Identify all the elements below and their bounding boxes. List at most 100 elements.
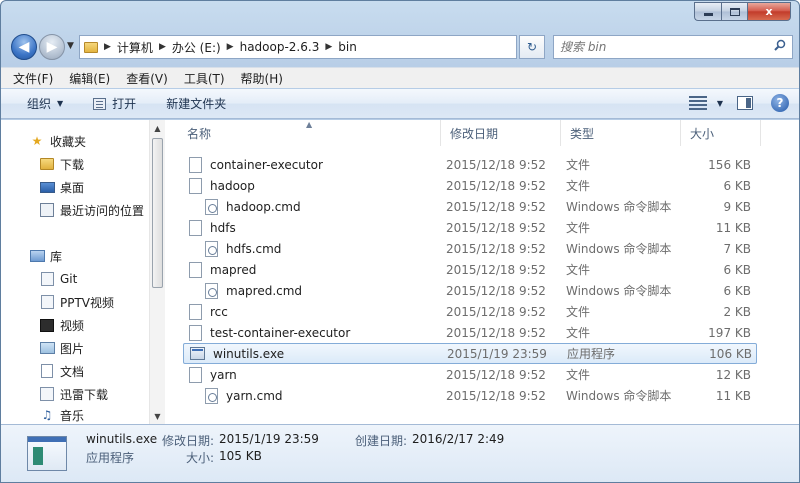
file-icon xyxy=(189,261,202,278)
desktop-icon xyxy=(39,179,55,195)
nav-video[interactable]: 视频 xyxy=(39,314,84,336)
nav-favorites[interactable]: ★ 收藏夹 xyxy=(29,130,86,152)
minimize-icon xyxy=(703,13,713,16)
address-bar[interactable]: ▶ 计算机 ▶ 办公 (E:) ▶ hadoop-2.6.3 ▶ bin xyxy=(79,35,517,59)
search-input[interactable] xyxy=(560,40,760,54)
file-icon xyxy=(189,156,202,173)
menu-view[interactable]: 查看(V) xyxy=(126,70,168,87)
refresh-button[interactable]: ↻ xyxy=(519,35,545,59)
nav-recent[interactable]: 最近访问的位置 xyxy=(39,199,144,221)
file-name-label: rcc xyxy=(210,304,228,319)
breadcrumb-hadoop[interactable]: hadoop-2.6.3 xyxy=(240,40,320,54)
file-date: 2015/1/19 23:59 xyxy=(447,346,547,361)
column-header-name[interactable]: 名称 xyxy=(178,120,441,146)
scrollbar-thumb[interactable] xyxy=(152,138,163,288)
navigation-row: ◀ ▶ ▼ ▶ 计算机 ▶ 办公 (E:) ▶ hadoop-2.6.3 ▶ b… xyxy=(1,31,799,63)
file-size: 11 KB xyxy=(715,388,751,403)
file-row[interactable]: yarn.cmd 2015/12/18 9:52 Windows 命令脚本 11 KB xyxy=(183,385,757,406)
column-header-type[interactable]: 类型 xyxy=(561,120,681,146)
file-row[interactable]: yarn 2015/12/18 9:52 文件 12 KB xyxy=(183,364,757,385)
nav-music[interactable]: ♫ 音乐 xyxy=(39,406,84,424)
file-type: 文件 xyxy=(566,263,591,277)
search-icon[interactable] xyxy=(774,39,786,51)
pictures-icon xyxy=(39,340,55,356)
file-date: 2015/12/18 9:52 xyxy=(446,199,546,214)
search-box[interactable] xyxy=(553,35,793,59)
file-row[interactable]: hdfs.cmd 2015/12/18 9:52 Windows 命令脚本 7 KB xyxy=(183,238,757,259)
new-folder-button[interactable]: 新建文件夹 xyxy=(166,95,226,112)
scroll-down-icon[interactable]: ▼ xyxy=(150,408,165,424)
column-header-size[interactable]: 大小 xyxy=(681,120,761,146)
menu-edit[interactable]: 编辑(E) xyxy=(69,70,110,87)
chevron-right-icon[interactable]: ▶ xyxy=(227,42,234,52)
detail-modified-label: 修改日期: xyxy=(162,434,215,448)
nav-libraries[interactable]: 库 xyxy=(29,245,62,267)
maximize-button[interactable] xyxy=(721,2,747,21)
close-button[interactable]: x xyxy=(747,2,791,21)
file-name-label: hdfs xyxy=(210,220,236,235)
file-row[interactable]: hdfs 2015/12/18 9:52 文件 11 KB xyxy=(183,217,757,238)
breadcrumb-drive[interactable]: 办公 (E:) xyxy=(172,39,221,56)
file-type: 文件 xyxy=(566,326,591,340)
preview-pane-icon[interactable] xyxy=(737,96,753,110)
change-view-icon[interactable] xyxy=(688,96,707,110)
column-type-label: 类型 xyxy=(570,126,595,141)
file-size: 12 KB xyxy=(715,367,751,382)
menu-tools[interactable]: 工具(T) xyxy=(184,70,225,87)
open-button[interactable]: 打开 xyxy=(93,95,136,112)
maximize-icon xyxy=(729,7,740,16)
file-row[interactable]: winutils.exe 2015/1/19 23:59 应用程序 106 KB xyxy=(183,343,757,364)
breadcrumb-bin[interactable]: bin xyxy=(338,40,357,54)
column-header-date[interactable]: 修改日期 xyxy=(441,120,561,146)
chevron-right-icon[interactable]: ▶ xyxy=(159,42,166,52)
music-note-icon: ♫ xyxy=(41,408,53,422)
detail-size-value: 105 KB xyxy=(219,449,262,463)
libraries-icon xyxy=(29,248,45,264)
nav-music-label: 音乐 xyxy=(60,408,85,423)
nav-thunder[interactable]: 迅雷下载 xyxy=(39,383,108,405)
back-button[interactable]: ◀ xyxy=(11,34,37,60)
nav-desktop[interactable]: 桌面 xyxy=(39,176,84,198)
chevron-right-icon[interactable]: ▶ xyxy=(325,42,332,52)
file-row[interactable]: test-container-executor 2015/12/18 9:52 文件… xyxy=(183,322,757,343)
file-name: hadoop.cmd xyxy=(189,198,301,215)
file-type: 文件 xyxy=(566,368,591,382)
nav-video-label: 视频 xyxy=(60,318,85,333)
minimize-button[interactable] xyxy=(694,2,721,21)
cmd-script-icon xyxy=(205,282,218,299)
chevron-right-icon[interactable]: ▶ xyxy=(104,42,111,52)
file-type: 文件 xyxy=(566,221,591,235)
nav-recent-label: 最近访问的位置 xyxy=(60,203,145,218)
navigation-scrollbar[interactable]: ▲ ▼ xyxy=(149,120,165,424)
nav-documents[interactable]: 文档 xyxy=(39,360,84,382)
menu-help[interactable]: 帮助(H) xyxy=(241,70,283,87)
breadcrumb-computer[interactable]: 计算机 xyxy=(117,39,153,56)
file-row[interactable]: mapred.cmd 2015/12/18 9:52 Windows 命令脚本 6 K… xyxy=(183,280,757,301)
help-icon[interactable]: ? xyxy=(771,94,789,112)
file-size: 106 KB xyxy=(709,346,752,361)
menu-file[interactable]: 文件(F) xyxy=(13,70,53,87)
file-row[interactable]: container-executor 2015/12/18 9:52 文件 156 K… xyxy=(183,154,757,175)
file-row[interactable]: mapred 2015/12/18 9:52 文件 6 KB xyxy=(183,259,757,280)
forward-arrow-icon: ▶ xyxy=(46,39,58,55)
forward-button[interactable]: ▶ xyxy=(39,34,65,60)
thunder-download-icon xyxy=(39,386,55,402)
recent-pages-dropdown-icon[interactable]: ▼ xyxy=(67,41,74,51)
nav-downloads[interactable]: 下载 xyxy=(39,153,84,175)
dropdown-arrow-icon: ▼ xyxy=(57,99,64,108)
file-name-label: hdfs.cmd xyxy=(226,241,282,256)
view-dropdown-icon[interactable]: ▼ xyxy=(717,99,723,108)
nav-pictures-label: 图片 xyxy=(60,341,85,356)
nav-pictures[interactable]: 图片 xyxy=(39,337,84,359)
file-row[interactable]: rcc 2015/12/18 9:52 文件 2 KB xyxy=(183,301,757,322)
scroll-up-icon[interactable]: ▲ xyxy=(150,120,165,136)
file-row[interactable]: hadoop.cmd 2015/12/18 9:52 Windows 命令脚本 9 K… xyxy=(183,196,757,217)
file-row[interactable]: hadoop 2015/12/18 9:52 文件 6 KB xyxy=(183,175,757,196)
file-size: 6 KB xyxy=(723,283,751,298)
organize-button[interactable]: 组织 ▼ xyxy=(27,95,63,112)
nav-git[interactable]: Git xyxy=(39,268,77,290)
file-size: 6 KB xyxy=(723,178,751,193)
nav-pptv[interactable]: PPTV视频 xyxy=(39,291,114,313)
back-arrow-icon: ◀ xyxy=(18,39,30,55)
file-date: 2015/12/18 9:52 xyxy=(446,178,546,193)
